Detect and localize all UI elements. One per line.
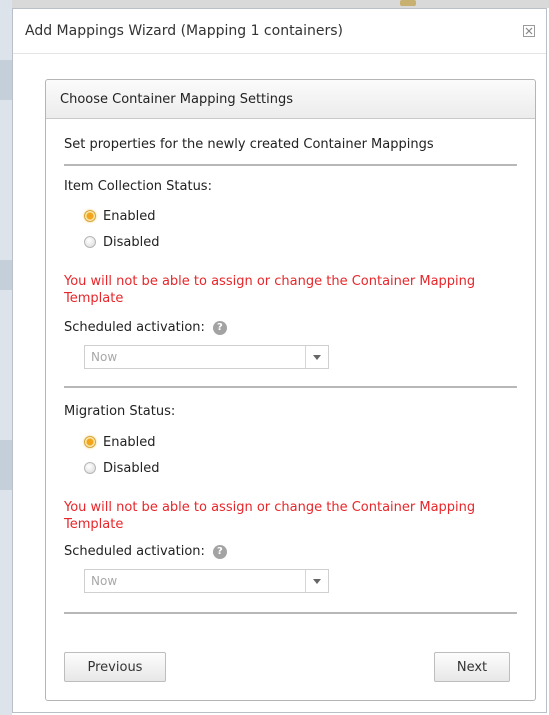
chevron-down-icon[interactable] — [305, 346, 328, 368]
previous-button[interactable]: Previous — [64, 652, 166, 682]
dialog-titlebar: Add Mappings Wizard (Mapping 1 container… — [13, 9, 546, 54]
item-collection-disabled-radio[interactable]: Disabled — [84, 229, 517, 255]
next-button[interactable]: Next — [434, 652, 510, 682]
dialog-title: Add Mappings Wizard (Mapping 1 container… — [25, 23, 344, 39]
radio-label: Enabled — [103, 208, 156, 224]
background-stripe — [0, 440, 12, 490]
divider — [64, 164, 517, 166]
chevron-down-icon[interactable] — [305, 570, 328, 592]
scheduled-activation-label: Scheduled activation: — [64, 320, 205, 335]
select-value: Now — [91, 574, 118, 588]
close-icon[interactable] — [522, 24, 536, 38]
radio-label: Disabled — [103, 234, 160, 250]
radio-unchecked-icon[interactable] — [84, 236, 96, 248]
help-icon[interactable]: ? — [212, 544, 227, 559]
migration-enabled-radio[interactable]: Enabled — [84, 429, 517, 455]
panel-description: Set properties for the newly created Con… — [64, 137, 434, 152]
item-collection-status-label: Item Collection Status: — [64, 179, 212, 194]
background-decoration — [400, 0, 416, 6]
panel-body: Set properties for the newly created Con… — [46, 137, 535, 614]
radio-unchecked-icon[interactable] — [84, 462, 96, 474]
migration-scheduled-select[interactable]: Now — [84, 569, 329, 593]
background-window-edge — [0, 0, 12, 715]
radio-label: Enabled — [103, 434, 156, 450]
radio-checked-icon[interactable] — [84, 210, 96, 222]
divider — [64, 386, 517, 388]
background-stripe — [0, 60, 12, 100]
background-window-top — [12, 0, 549, 8]
radio-label: Disabled — [103, 460, 160, 476]
item-collection-scheduled-select[interactable]: Now — [84, 345, 329, 369]
help-icon[interactable]: ? — [212, 320, 227, 335]
add-mappings-wizard-dialog: Add Mappings Wizard (Mapping 1 container… — [12, 8, 547, 713]
item-collection-warning: You will not be able to assign or change… — [64, 274, 476, 306]
migration-status-label: Migration Status: — [64, 404, 176, 419]
item-collection-enabled-radio[interactable]: Enabled — [84, 203, 517, 229]
select-value: Now — [91, 350, 118, 364]
scheduled-activation-label: Scheduled activation: — [64, 544, 205, 559]
settings-panel: Choose Container Mapping Settings Set pr… — [45, 79, 536, 701]
migration-scheduled-row: Scheduled activation: ? — [64, 544, 517, 559]
panel-header: Choose Container Mapping Settings — [46, 80, 535, 119]
item-collection-scheduled-row: Scheduled activation: ? — [64, 320, 517, 335]
migration-disabled-radio[interactable]: Disabled — [84, 455, 517, 481]
migration-warning: You will not be able to assign or change… — [64, 500, 476, 532]
radio-checked-icon[interactable] — [84, 436, 96, 448]
background-stripe — [0, 260, 12, 290]
divider — [64, 612, 517, 614]
